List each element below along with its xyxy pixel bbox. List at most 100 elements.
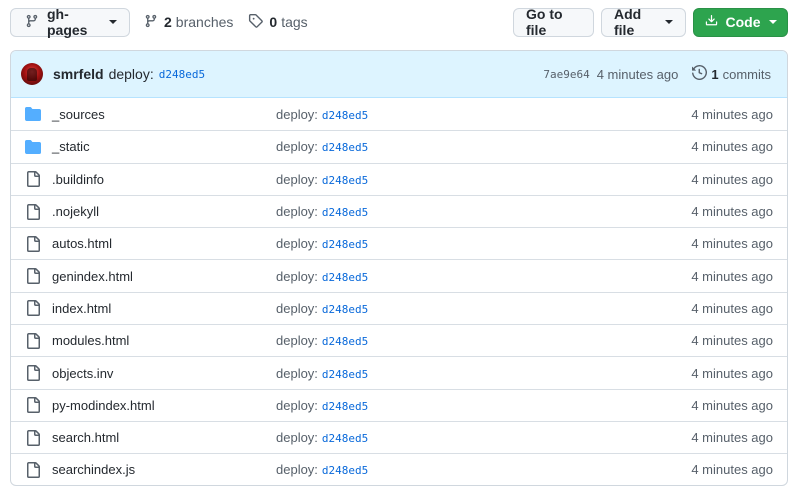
table-row[interactable]: searchindex.js deploy: d248ed5 4 minutes ag… bbox=[11, 453, 787, 485]
file-name-link[interactable]: autos.html bbox=[52, 236, 112, 251]
chevron-down-icon bbox=[109, 20, 117, 24]
table-row[interactable]: modules.html deploy: d248ed5 4 minutes ago bbox=[11, 324, 787, 356]
add-file-label: Add file bbox=[614, 6, 642, 38]
file-icon bbox=[25, 203, 41, 220]
file-name-link[interactable]: .buildinfo bbox=[52, 172, 104, 187]
branches-label: branches bbox=[175, 14, 234, 30]
file-name-link[interactable]: .nojekyll bbox=[52, 204, 99, 219]
row-commit-time: 4 minutes ago bbox=[691, 268, 773, 284]
row-commit-time: 4 minutes ago bbox=[691, 106, 773, 122]
row-commit-text: deploy: bbox=[276, 365, 318, 381]
row-commit-text: deploy: bbox=[276, 236, 318, 252]
row-commit-time: 4 minutes ago bbox=[691, 204, 773, 220]
commit-time: 4 minutes ago bbox=[596, 66, 679, 82]
folder-icon bbox=[25, 106, 41, 122]
avatar[interactable] bbox=[21, 63, 43, 85]
row-commit-text: deploy: bbox=[276, 268, 318, 284]
latest-commit-header: smrfeld deploy: d248ed5 7ae9e64 4 minute… bbox=[11, 51, 787, 98]
table-row[interactable]: index.html deploy: d248ed5 4 minutes ago bbox=[11, 291, 787, 324]
row-commit-time: 4 minutes ago bbox=[691, 139, 773, 155]
row-commit-sha-link[interactable]: d248ed5 bbox=[322, 174, 368, 187]
go-to-file-button[interactable]: Go to file bbox=[513, 6, 594, 38]
file-name-link[interactable]: objects.inv bbox=[52, 366, 113, 381]
file-name-link[interactable]: py-modindex.html bbox=[52, 398, 155, 413]
commit-message: deploy: bbox=[108, 66, 154, 82]
row-commit-sha-link[interactable]: d248ed5 bbox=[322, 464, 368, 477]
row-commit-sha-link[interactable]: d248ed5 bbox=[322, 432, 368, 445]
row-commit-time: 4 minutes ago bbox=[691, 462, 773, 478]
add-file-button[interactable]: Add file bbox=[601, 6, 686, 38]
table-row[interactable]: genindex.html deploy: d248ed5 4 minutes ago bbox=[11, 259, 787, 291]
row-commit-message: deploy: d248ed5 bbox=[276, 462, 368, 477]
row-commit-sha-link[interactable]: d248ed5 bbox=[322, 206, 368, 219]
row-commit-message: deploy: d248ed5 bbox=[276, 204, 368, 219]
row-commit-message: deploy: d248ed5 bbox=[276, 172, 368, 187]
row-commit-sha-link[interactable]: d248ed5 bbox=[322, 335, 368, 348]
branch-select-button[interactable]: gh-pages bbox=[10, 6, 130, 38]
commit-author[interactable]: smrfeld bbox=[53, 66, 104, 82]
row-commit-message: deploy: d248ed5 bbox=[276, 236, 368, 251]
git-branch-icon bbox=[25, 14, 39, 31]
file-listing: smrfeld deploy: d248ed5 7ae9e64 4 minute… bbox=[10, 50, 788, 486]
row-commit-message: deploy: d248ed5 bbox=[276, 366, 368, 381]
row-commit-message: deploy: d248ed5 bbox=[276, 333, 368, 348]
row-commit-time: 4 minutes ago bbox=[691, 365, 773, 381]
row-commit-sha-link[interactable]: d248ed5 bbox=[322, 368, 368, 381]
commit-sha[interactable]: 7ae9e64 bbox=[543, 68, 589, 81]
row-commit-sha-link[interactable]: d248ed5 bbox=[322, 238, 368, 251]
file-name-link[interactable]: searchindex.js bbox=[52, 462, 135, 477]
file-name-link[interactable]: search.html bbox=[52, 430, 119, 445]
row-commit-text: deploy: bbox=[276, 462, 318, 478]
file-name-link[interactable]: modules.html bbox=[52, 333, 129, 348]
row-commit-time: 4 minutes ago bbox=[691, 300, 773, 316]
row-commit-sha-link[interactable]: d248ed5 bbox=[322, 109, 368, 122]
file-name-link[interactable]: _sources bbox=[52, 107, 105, 122]
row-commit-time: 4 minutes ago bbox=[691, 171, 773, 187]
file-name-link[interactable]: index.html bbox=[52, 301, 111, 316]
row-commit-sha-link[interactable]: d248ed5 bbox=[322, 400, 368, 413]
folder-icon bbox=[25, 139, 41, 155]
row-commit-text: deploy: bbox=[276, 397, 318, 413]
file-name-link[interactable]: _static bbox=[52, 139, 90, 154]
code-label: Code bbox=[725, 14, 761, 30]
table-row[interactable]: _static deploy: d248ed5 4 minutes ago bbox=[11, 130, 787, 162]
git-branch-icon bbox=[144, 14, 158, 31]
row-commit-sha-link[interactable]: d248ed5 bbox=[322, 271, 368, 284]
row-commit-message: deploy: d248ed5 bbox=[276, 430, 368, 445]
table-row[interactable]: autos.html deploy: d248ed5 4 minutes ago bbox=[11, 227, 787, 259]
branches-link[interactable]: 2 branches bbox=[144, 14, 233, 31]
file-name-link[interactable]: genindex.html bbox=[52, 269, 133, 284]
file-icon bbox=[25, 332, 41, 349]
repo-toolbar: gh-pages 2 branches 0 tags Go to file Ad… bbox=[10, 6, 788, 38]
row-commit-text: deploy: bbox=[276, 300, 318, 316]
tags-label: tags bbox=[281, 14, 308, 30]
file-rows: _sources deploy: d248ed5 4 minutes ago _stat… bbox=[11, 98, 787, 485]
row-commit-time: 4 minutes ago bbox=[691, 333, 773, 349]
code-button[interactable]: Code bbox=[693, 7, 788, 37]
history-icon bbox=[692, 64, 708, 83]
row-commit-sha-link[interactable]: d248ed5 bbox=[322, 141, 368, 154]
table-row[interactable]: .nojekyll deploy: d248ed5 4 minutes ago bbox=[11, 194, 787, 227]
row-commit-text: deploy: bbox=[276, 430, 318, 446]
table-row[interactable]: py-modindex.html deploy: d248ed5 4 minutes … bbox=[11, 388, 787, 421]
row-commit-sha-link[interactable]: d248ed5 bbox=[322, 303, 368, 316]
row-commit-text: deploy: bbox=[276, 333, 318, 349]
row-commit-time: 4 minutes ago bbox=[691, 397, 773, 413]
file-icon bbox=[25, 429, 41, 446]
commits-history-link[interactable]: 1 commits bbox=[692, 64, 771, 83]
commits-count: 1 bbox=[711, 66, 719, 82]
download-icon bbox=[705, 14, 718, 30]
commit-message-sha-link[interactable]: d248ed5 bbox=[159, 68, 205, 81]
commits-label: commits bbox=[722, 66, 771, 82]
table-row[interactable]: .buildinfo deploy: d248ed5 4 minutes ago bbox=[11, 162, 787, 195]
table-row[interactable]: _sources deploy: d248ed5 4 minutes ago bbox=[11, 98, 787, 130]
branches-count: 2 bbox=[164, 14, 172, 30]
row-commit-text: deploy: bbox=[276, 204, 318, 220]
file-icon bbox=[25, 461, 41, 478]
row-commit-time: 4 minutes ago bbox=[691, 430, 773, 446]
row-commit-message: deploy: d248ed5 bbox=[276, 269, 368, 284]
table-row[interactable]: search.html deploy: d248ed5 4 minutes ago bbox=[11, 420, 787, 453]
table-row[interactable]: objects.inv deploy: d248ed5 4 minutes ago bbox=[11, 356, 787, 388]
tag-icon bbox=[248, 13, 264, 31]
tags-link[interactable]: 0 tags bbox=[248, 13, 308, 31]
